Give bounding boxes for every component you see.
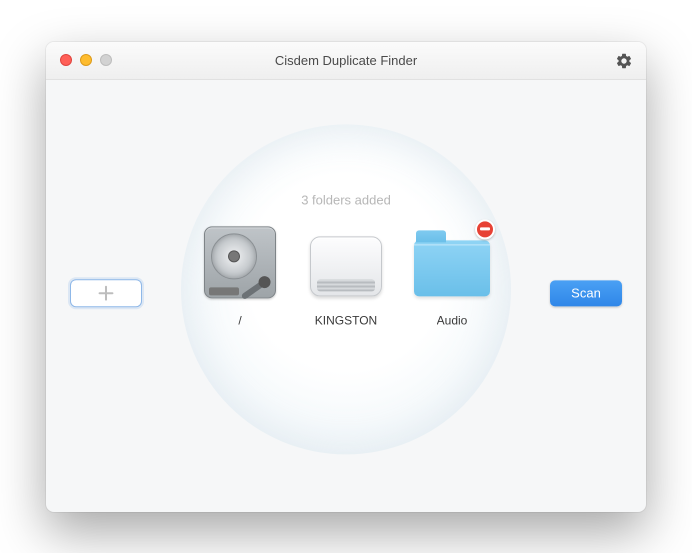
plus-icon — [95, 282, 117, 304]
minimize-window-button[interactable] — [80, 54, 92, 66]
window-controls — [46, 54, 112, 66]
settings-button[interactable] — [614, 51, 634, 71]
titlebar: Cisdem Duplicate Finder — [46, 42, 646, 80]
folder-item-label: / — [238, 313, 241, 327]
folder-icon — [413, 223, 491, 301]
external-drive-icon — [307, 223, 385, 301]
status-text: 3 folders added — [301, 192, 391, 207]
gear-icon — [615, 52, 633, 70]
folder-item-label: KINGSTON — [315, 313, 377, 327]
internal-drive-icon — [201, 223, 279, 301]
scan-button[interactable]: Scan — [550, 280, 622, 306]
close-window-button[interactable] — [60, 54, 72, 66]
add-folder-button[interactable] — [70, 279, 142, 307]
folder-item-audio[interactable]: Audio — [408, 223, 496, 327]
main-content: 3 folders added / — [46, 80, 646, 512]
folder-list: / KINGSTON Audio — [196, 223, 496, 327]
maximize-window-button — [100, 54, 112, 66]
window-title: Cisdem Duplicate Finder — [46, 53, 646, 68]
scan-button-label: Scan — [571, 285, 601, 300]
remove-folder-button[interactable] — [475, 219, 495, 239]
folder-item-label: Audio — [437, 313, 468, 327]
drop-zone[interactable]: 3 folders added / — [181, 124, 511, 454]
app-window: Cisdem Duplicate Finder 3 folders added — [46, 42, 646, 512]
folder-item-root[interactable]: / — [196, 223, 284, 327]
folder-item-kingston[interactable]: KINGSTON — [302, 223, 390, 327]
